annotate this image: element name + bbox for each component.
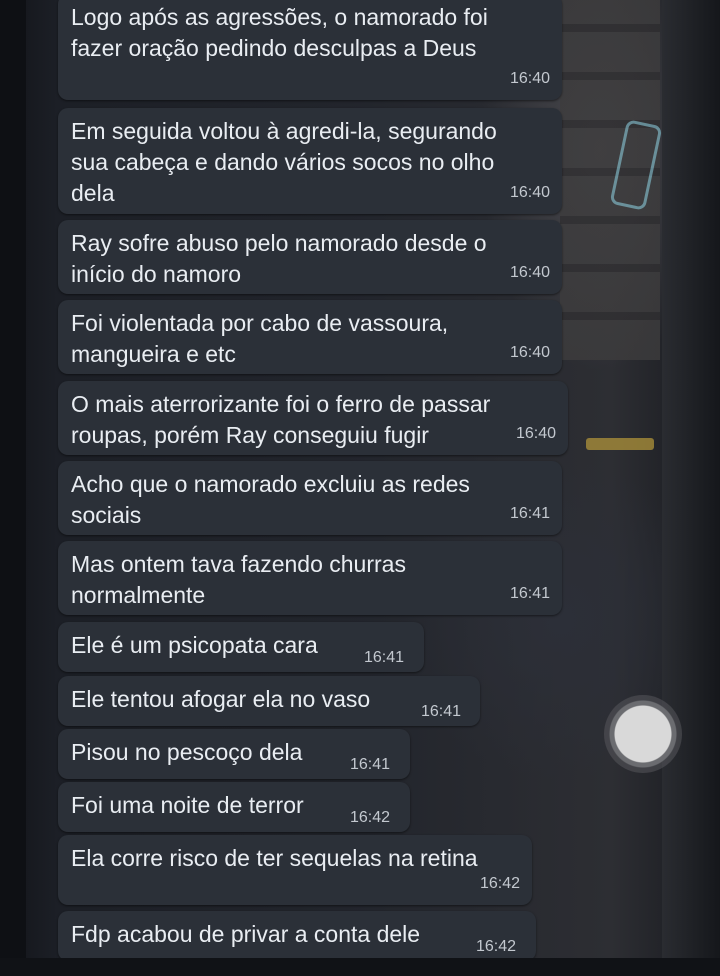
message-time: 16:40 <box>515 425 556 442</box>
message-text: Acho que o namorado excluiu as redes soc… <box>71 471 470 528</box>
message-time: 16:41 <box>421 703 462 720</box>
floating-assistive-button[interactable] <box>604 695 682 773</box>
message-time: 16:40 <box>509 264 550 281</box>
message-text: Foi uma noite de terror <box>71 792 304 818</box>
message-bubble[interactable]: Fdp acabou de privar a conta dele 16:42 <box>58 911 536 961</box>
chat-message-list[interactable]: Logo após as agressões, o namorado foi f… <box>0 0 720 976</box>
message-time: 16:40 <box>509 70 550 87</box>
message-text: Fdp acabou de privar a conta dele <box>71 921 421 947</box>
message-text: Ele é um psicopata cara <box>71 632 318 658</box>
message-bubble[interactable]: Ele é um psicopata cara 16:41 <box>58 622 424 672</box>
message-text: Em seguida voltou à agredi-la, segurando… <box>71 118 497 206</box>
message-time: 16:40 <box>509 344 550 361</box>
message-text: Ray sofre abuso pelo namorado desde o in… <box>71 230 487 287</box>
message-time: 16:41 <box>509 505 550 522</box>
message-bubble[interactable]: Ray sofre abuso pelo namorado desde o in… <box>58 220 562 294</box>
message-text: Ele tentou afogar ela no vaso <box>71 686 371 712</box>
message-bubble[interactable]: Foi violentada por cabo de vassoura, man… <box>58 300 562 374</box>
message-bubble[interactable]: Ela corre risco de ter sequelas na retin… <box>58 835 532 905</box>
message-time: 16:41 <box>350 756 391 773</box>
bottom-edge <box>0 958 720 976</box>
message-text: Mas ontem tava fazendo churras normalmen… <box>71 551 406 608</box>
message-text: O mais aterrorizante foi o ferro de pass… <box>71 391 491 448</box>
message-text: Pisou no pescoço dela <box>71 739 303 765</box>
message-bubble[interactable]: Mas ontem tava fazendo churras normalmen… <box>58 541 562 615</box>
message-bubble[interactable]: Ele tentou afogar ela no vaso 16:41 <box>58 676 480 726</box>
message-time: 16:42 <box>479 875 520 892</box>
message-bubble[interactable]: Pisou no pescoço dela 16:41 <box>58 729 410 779</box>
message-time: 16:42 <box>350 809 391 826</box>
message-time: 16:41 <box>509 585 550 602</box>
message-text: Ela corre risco de ter sequelas na retin… <box>71 845 478 871</box>
message-text: Logo após as agressões, o namorado foi f… <box>71 4 488 61</box>
message-bubble[interactable]: Acho que o namorado excluiu as redes soc… <box>58 461 562 535</box>
message-bubble[interactable]: Logo após as agressões, o namorado foi f… <box>58 0 562 100</box>
message-bubble[interactable]: Em seguida voltou à agredi-la, segurando… <box>58 108 562 214</box>
message-bubble[interactable]: Foi uma noite de terror 16:42 <box>58 782 410 832</box>
message-time: 16:40 <box>509 184 550 201</box>
message-bubble[interactable]: O mais aterrorizante foi o ferro de pass… <box>58 381 568 455</box>
message-time: 16:41 <box>364 649 405 666</box>
message-text: Foi violentada por cabo de vassoura, man… <box>71 310 449 367</box>
